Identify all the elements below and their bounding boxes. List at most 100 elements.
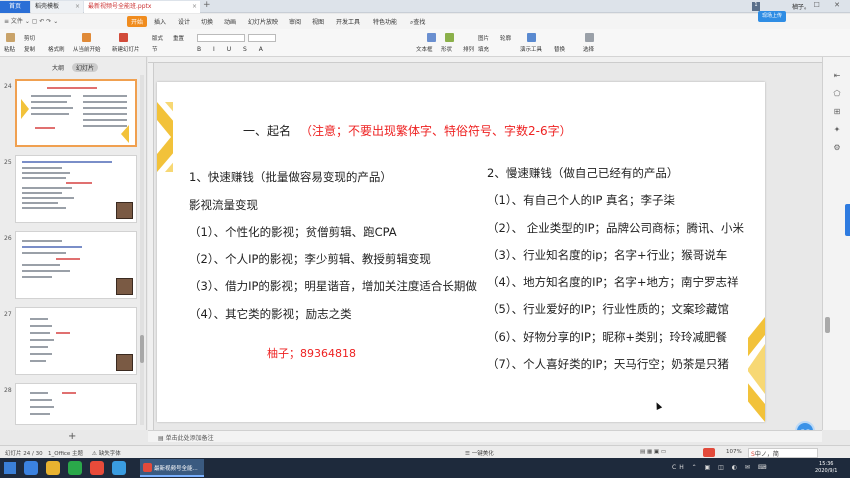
tab-document[interactable]: 最新视频号全能班.pptx × [84, 1, 200, 13]
slide-canvas[interactable]: 一、起名 （注意；不要出现繁体字、特俗符号、字数2-6字） 1、快速赚钱（批量做… [157, 82, 765, 422]
format-painter-button[interactable]: 格式刷 [48, 45, 65, 53]
user-badge[interactable]: 1 [752, 2, 760, 11]
tab-slides[interactable]: 幻灯片 [72, 63, 99, 72]
left-item-3[interactable]: （3）、借力IP的影视；明星谐音，增加关注度适合长期做 [189, 278, 477, 294]
side-panel-tab[interactable] [845, 204, 850, 236]
menu-insert[interactable]: 插入 [154, 17, 166, 26]
quick-access-icons[interactable]: ≡ 文件 ⌄ ▢ ↶ ↷ ⌄ [4, 16, 58, 25]
right-item-7[interactable]: （7）、个人喜好类的IP；天马行空；奶茶是只猪 [487, 356, 729, 372]
outline-button[interactable]: 轮廓 [500, 34, 511, 42]
windows-start-icon[interactable] [4, 462, 16, 474]
menu-devtools[interactable]: 开发工具 [336, 17, 360, 26]
settings-icon[interactable]: ⚙ [832, 143, 842, 152]
menu-design[interactable]: 设计 [178, 17, 190, 26]
zoom-level[interactable]: 107% [726, 449, 742, 455]
left-heading[interactable]: 1、快速赚钱（批量做容易变现的产品） [189, 169, 392, 185]
animation-pane-icon[interactable]: ✦ [832, 125, 842, 134]
left-subheading[interactable]: 影视流量变现 [189, 197, 258, 213]
contact-text[interactable]: 柚子；89364818 [267, 345, 356, 361]
slide-thumbnail-26[interactable] [15, 231, 137, 299]
left-item-4[interactable]: （4）、其它类的影视；励志之类 [189, 306, 352, 322]
arrange-button[interactable]: 排列 [463, 45, 474, 53]
paste-button[interactable]: 粘贴 [4, 45, 15, 53]
new-slide-icon[interactable] [119, 33, 128, 42]
reset-button[interactable]: 重置 [173, 34, 184, 42]
format-buttons[interactable]: B I U S A [197, 46, 268, 53]
window-controls[interactable]: ─ ☐ ✕ [795, 1, 846, 9]
notes-bar[interactable]: ▤ 单击此处添加备注 [148, 430, 822, 442]
right-item-2[interactable]: （2）、 企业类型的IP；品牌公司商标；腾讯、小米 [487, 220, 744, 236]
taskbar-active-app[interactable]: 最新视频号全能... [140, 459, 204, 477]
cloud-upload-button[interactable]: 现场上传 [758, 11, 786, 22]
slideshow-play-button[interactable] [703, 448, 715, 457]
menu-animation[interactable]: 动画 [224, 17, 236, 26]
select-icon[interactable] [585, 33, 594, 42]
play-from-current-icon[interactable] [82, 33, 91, 42]
media-player-icon[interactable] [68, 461, 82, 475]
right-item-6[interactable]: （6）、好物分享的IP；昵称+类别；玲玲减肥餐 [487, 329, 727, 345]
right-item-3[interactable]: （3）、行业知名度的ip；名字+行业；猴哥说车 [487, 247, 727, 263]
section-button[interactable]: 节 [152, 45, 158, 53]
presentation-tools-button[interactable]: 演示工具 [520, 45, 542, 53]
shape-icon[interactable] [445, 33, 454, 42]
font-size-select[interactable] [248, 34, 276, 42]
menu-review[interactable]: 审阅 [289, 17, 301, 26]
slide-thumbnail-27[interactable] [15, 307, 137, 375]
fill-button[interactable]: 填充 [478, 45, 489, 53]
replace-button[interactable]: 替换 [554, 45, 565, 53]
right-item-1[interactable]: （1）、有自己个人的IP 真名；李子柒 [487, 192, 675, 208]
menu-features[interactable]: 特色功能 [373, 17, 397, 26]
select-pane-icon[interactable]: ⊞ [832, 107, 842, 116]
presentation-tools-icon[interactable] [527, 33, 536, 42]
slide-title[interactable]: 一、起名 [243, 122, 291, 139]
beautify-button[interactable]: ☰ 一键美化 [465, 449, 494, 457]
copy-button[interactable]: 复制 [24, 45, 35, 53]
new-slide-button[interactable]: 新建幻灯片 [112, 45, 140, 53]
left-item-2[interactable]: （2）、个人IP的影视；李少剪辑、教授剪辑变现 [189, 251, 431, 267]
close-icon[interactable]: × [192, 1, 197, 13]
textbox-button[interactable]: 文本框 [416, 45, 433, 53]
shape-properties-icon[interactable]: ⬠ [832, 89, 842, 98]
tab-home[interactable]: 首页 [0, 1, 30, 13]
select-button[interactable]: 选择 [583, 45, 594, 53]
right-item-5[interactable]: （5）、行业爱好的IP；行业性质的；文案珍藏馆 [487, 301, 729, 317]
right-heading[interactable]: 2、慢速赚钱（做自己已经有的产品） [487, 165, 678, 181]
font-family-select[interactable] [197, 34, 245, 42]
menu-start[interactable]: 开始 [127, 16, 148, 27]
new-tab-button[interactable]: + [203, 0, 211, 10]
system-tray-icons[interactable]: CH ⌃ ▣ ◫ ◐ ✉ ⌨ [672, 464, 769, 471]
menu-transition[interactable]: 切换 [201, 17, 213, 26]
missing-font-indicator[interactable]: ⚠ 缺失字体 [92, 449, 121, 457]
picture-button[interactable]: 图片 [478, 34, 489, 42]
vertical-scrollbar-thumb[interactable] [825, 317, 830, 333]
collapse-icon[interactable]: ⇤ [832, 71, 842, 80]
clock[interactable]: 15:36 2020/9/1 [815, 461, 837, 475]
menu-view[interactable]: 视图 [312, 17, 324, 26]
slide-thumbnail-24[interactable] [15, 79, 137, 147]
tab-outline[interactable]: 大纲 [52, 63, 64, 72]
app-icon[interactable] [112, 461, 126, 475]
cut-button[interactable]: 剪切 [24, 34, 35, 42]
paste-icon[interactable] [6, 33, 15, 42]
thumbnail-scrollbar[interactable] [140, 75, 144, 425]
right-item-4[interactable]: （4）、地方知名度的IP；名字+地方；南宁罗志祥 [487, 274, 739, 290]
slide-title-note[interactable]: （注意；不要出现繁体字、特俗符号、字数2-6字） [300, 122, 572, 139]
layout-button[interactable]: 版式 [152, 34, 163, 42]
theme-name[interactable]: 1_Office 主题 [48, 449, 83, 457]
menu-slideshow[interactable]: 幻灯片放映 [248, 17, 278, 26]
file-explorer-icon[interactable] [46, 461, 60, 475]
textbox-icon[interactable] [427, 33, 436, 42]
ime-toolbar[interactable]: S中ノ，简 [748, 448, 818, 458]
play-from-current-button[interactable]: 从当前开始 [73, 45, 101, 53]
ie-browser-icon[interactable] [24, 461, 38, 475]
slide-thumbnail-25[interactable] [15, 155, 137, 223]
tab-docer-templates[interactable]: 稻壳模板 × [31, 1, 83, 13]
close-icon[interactable]: × [75, 1, 80, 13]
slide-thumbnail-28[interactable] [15, 383, 137, 425]
view-mode-buttons[interactable]: ▤ ▦ ▣ ▭ [640, 449, 666, 455]
shape-button[interactable]: 形状 [441, 45, 452, 53]
add-slide-button[interactable]: + [68, 431, 76, 442]
wps-icon[interactable] [90, 461, 104, 475]
menu-search[interactable]: ⌕查找 [410, 17, 425, 27]
left-item-1[interactable]: （1）、个性化的影视；贫僧剪辑、跑CPA [189, 224, 397, 240]
